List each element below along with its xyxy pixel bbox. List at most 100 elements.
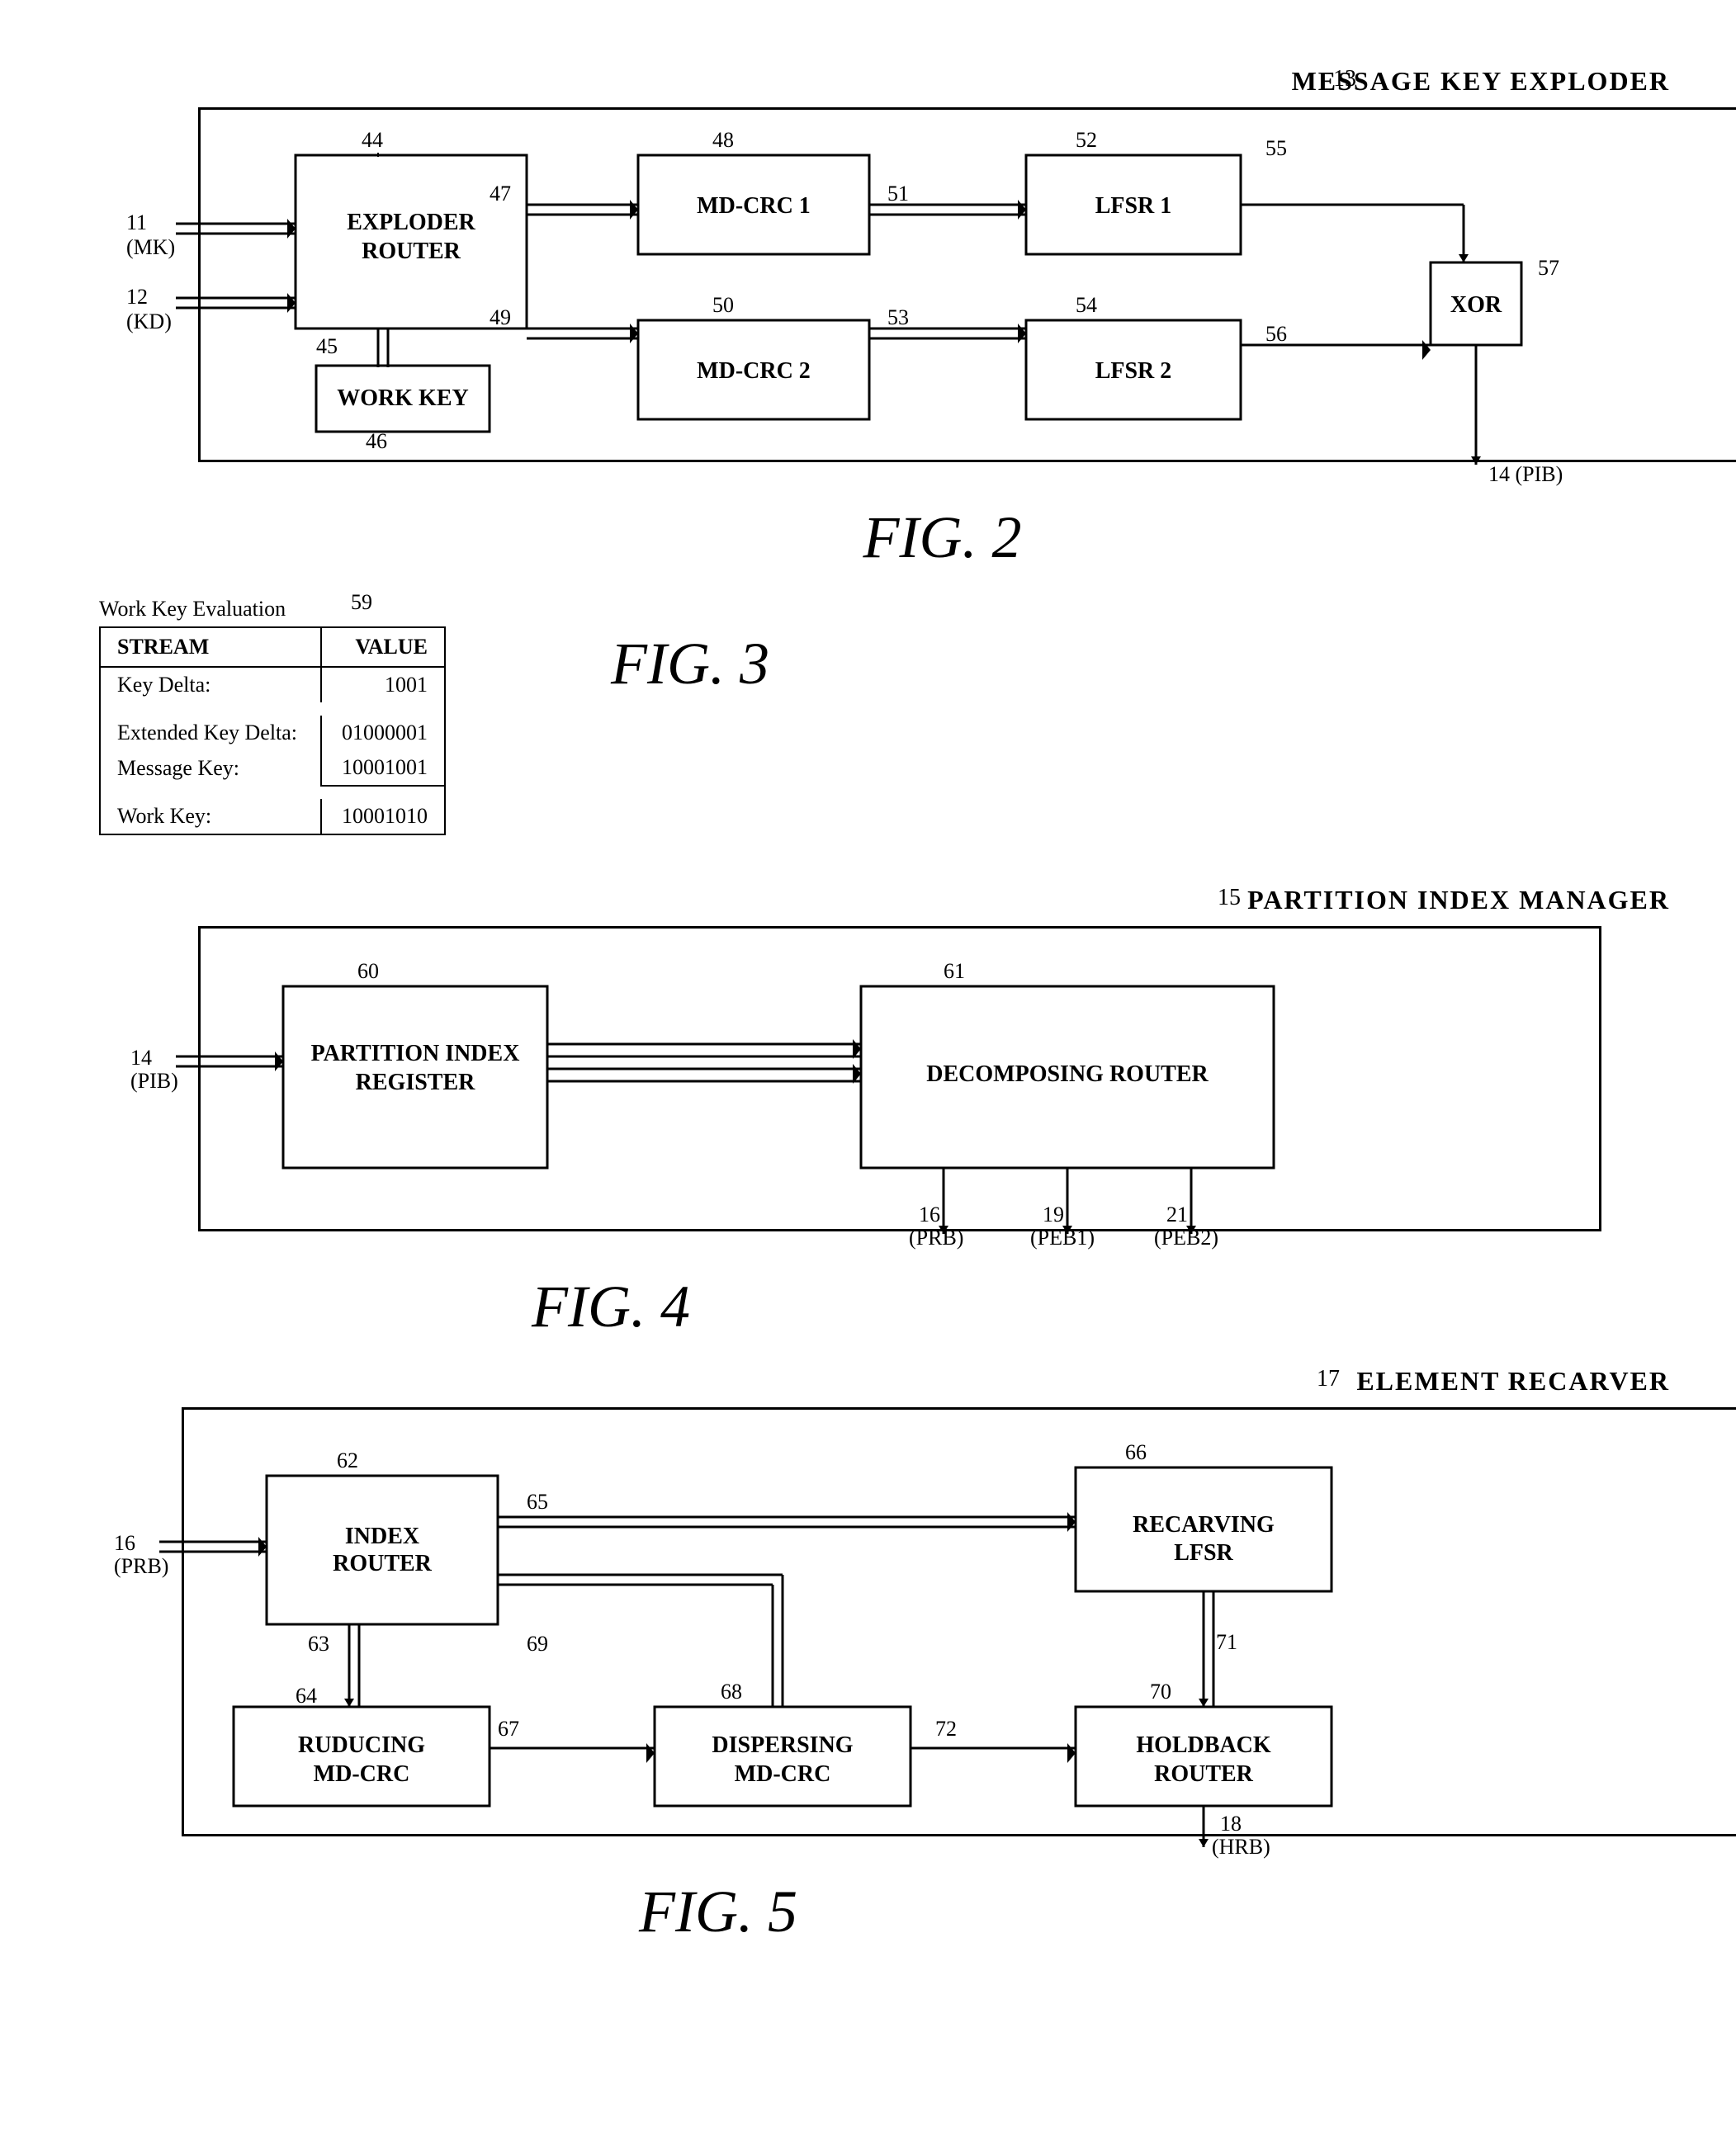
fig3-table-wrap: Work Key Evaluation STREAM VALUE Key Del… — [99, 597, 446, 835]
svg-text:12: 12 — [126, 285, 148, 309]
svg-text:70: 70 — [1150, 1680, 1171, 1704]
fig3-row-workkey: Work Key: 10001010 — [100, 799, 445, 834]
svg-text:(PIB): (PIB) — [130, 1069, 178, 1093]
svg-text:71: 71 — [1216, 1630, 1237, 1654]
svg-text:(PEB1): (PEB1) — [1030, 1226, 1095, 1250]
fig5-caption: FIG. 5 — [182, 1878, 1255, 1946]
svg-text:ROUTER: ROUTER — [1154, 1761, 1254, 1787]
svg-text:49: 49 — [490, 305, 511, 329]
fig3-cell-value1: 1001 — [321, 667, 445, 702]
fig3-cell-value2: 01000001 — [321, 716, 445, 750]
fig3-row-blank2 — [100, 786, 445, 799]
svg-text:66: 66 — [1125, 1440, 1147, 1464]
fig3-table: STREAM VALUE Key Delta: 1001 Extended Ke… — [99, 626, 446, 835]
svg-text:EXPLODER: EXPLODER — [347, 210, 475, 235]
svg-text:MD-CRC: MD-CRC — [735, 1761, 831, 1787]
fig3-cell-value4: 10001010 — [321, 799, 445, 834]
fig3-col-value: VALUE — [321, 627, 445, 667]
fig4-svg: 14 (PIB) PARTITION INDEX REGISTER 60 — [201, 929, 1604, 1234]
svg-text:50: 50 — [712, 293, 734, 317]
fig4-title-ref: 15 — [1218, 885, 1241, 911]
fig3-title: Work Key Evaluation — [99, 597, 446, 621]
svg-text:21: 21 — [1166, 1203, 1188, 1226]
svg-text:46: 46 — [366, 429, 387, 453]
fig3-col-stream: STREAM — [100, 627, 321, 667]
svg-text:72: 72 — [935, 1717, 957, 1741]
svg-text:LFSR 2: LFSR 2 — [1095, 358, 1172, 384]
svg-text:45: 45 — [316, 334, 338, 358]
svg-text:(HRB): (HRB) — [1212, 1835, 1270, 1859]
fig2-container: MESSAGE KEY EXPLODER 13 11 (MK) 12 (KD) — [116, 66, 1670, 572]
svg-text:(KD): (KD) — [126, 310, 172, 333]
svg-text:PARTITION INDEX: PARTITION INDEX — [311, 1041, 520, 1066]
fig2-outer-box: 11 (MK) 12 (KD) EXPLODER ROUTER — [198, 107, 1736, 462]
svg-text:61: 61 — [944, 959, 965, 983]
svg-text:65: 65 — [527, 1490, 548, 1514]
svg-text:RUDUCING: RUDUCING — [298, 1732, 425, 1758]
svg-text:HOLDBACK: HOLDBACK — [1136, 1732, 1271, 1758]
svg-text:MD-CRC 2: MD-CRC 2 — [697, 358, 811, 384]
svg-text:(PRB): (PRB) — [114, 1554, 168, 1578]
page: MESSAGE KEY EXPLODER 13 11 (MK) 12 (KD) — [0, 0, 1736, 2155]
svg-text:(PEB2): (PEB2) — [1154, 1226, 1218, 1250]
svg-text:RECARVING: RECARVING — [1133, 1512, 1275, 1538]
fig3-row-blank1 — [100, 702, 445, 716]
svg-text:52: 52 — [1076, 128, 1097, 152]
svg-text:ROUTER: ROUTER — [333, 1551, 433, 1576]
fig3-cell-stream1: Key Delta: — [100, 667, 321, 702]
fig4-container: PARTITION INDEX MANAGER 15 14 (PIB) PART… — [116, 885, 1670, 1341]
svg-text:REGISTER: REGISTER — [356, 1070, 475, 1095]
fig2-title-ref: 13 — [1333, 66, 1356, 92]
svg-text:MD-CRC: MD-CRC — [314, 1761, 410, 1787]
fig3-row-keydelta: Key Delta: 1001 — [100, 667, 445, 702]
fig5-title-ref: 17 — [1317, 1366, 1340, 1392]
svg-text:56: 56 — [1265, 322, 1287, 346]
svg-text:48: 48 — [712, 128, 734, 152]
svg-text:DECOMPOSING ROUTER: DECOMPOSING ROUTER — [926, 1061, 1209, 1087]
svg-text:11: 11 — [126, 210, 147, 234]
fig3-cell-stream4: Work Key: — [100, 799, 321, 834]
svg-text:14: 14 — [130, 1046, 152, 1070]
svg-text:67: 67 — [498, 1717, 519, 1741]
svg-text:16: 16 — [919, 1203, 940, 1226]
fig3-row-msgkey: Message Key: 10001001 — [100, 750, 445, 786]
fig3-cell-stream2: Extended Key Delta: — [100, 716, 321, 750]
svg-text:ROUTER: ROUTER — [362, 239, 461, 264]
fig2-svg: 11 (MK) 12 (KD) EXPLODER ROUTER — [201, 110, 1736, 465]
fig4-title: PARTITION INDEX MANAGER — [1247, 885, 1670, 915]
svg-text:LFSR: LFSR — [1174, 1540, 1233, 1566]
svg-text:LFSR 1: LFSR 1 — [1095, 193, 1172, 219]
fig4-caption: FIG. 4 — [198, 1273, 1024, 1341]
svg-text:18: 18 — [1220, 1812, 1242, 1836]
fig4-outer-box: 14 (PIB) PARTITION INDEX REGISTER 60 — [198, 926, 1601, 1231]
svg-text:19: 19 — [1043, 1203, 1064, 1226]
svg-text:WORK KEY: WORK KEY — [337, 385, 468, 411]
fig5-svg: 16 (PRB) INDEX ROUTER 62 65 REC — [184, 1410, 1736, 1839]
fig5-title: ELEMENT RECARVER — [1356, 1366, 1670, 1396]
svg-text:55: 55 — [1265, 136, 1287, 160]
svg-text:54: 54 — [1076, 293, 1097, 317]
svg-text:63: 63 — [308, 1632, 329, 1656]
fig3-container: Work Key Evaluation STREAM VALUE Key Del… — [99, 597, 1670, 835]
svg-text:XOR: XOR — [1450, 292, 1502, 318]
svg-text:44: 44 — [362, 128, 383, 152]
fig2-caption: FIG. 2 — [215, 503, 1670, 572]
svg-text:69: 69 — [527, 1632, 548, 1656]
svg-text:62: 62 — [337, 1448, 358, 1472]
fig3-caption: FIG. 3 — [611, 630, 769, 698]
svg-text:60: 60 — [357, 959, 379, 983]
svg-text:DISPERSING: DISPERSING — [712, 1732, 853, 1758]
svg-text:57: 57 — [1538, 256, 1559, 280]
fig3-ref: 59 — [351, 590, 372, 615]
svg-text:53: 53 — [887, 305, 909, 329]
fig5-container: ELEMENT RECARVER 17 16 (PRB) INDEX ROUTE… — [99, 1366, 1670, 1946]
svg-text:64: 64 — [296, 1684, 317, 1708]
fig3-row-extkeydelta: Extended Key Delta: 01000001 — [100, 716, 445, 750]
svg-text:(PRB): (PRB) — [909, 1226, 963, 1250]
svg-text:MD-CRC 1: MD-CRC 1 — [697, 193, 811, 219]
svg-text:51: 51 — [887, 182, 909, 206]
svg-text:(MK): (MK) — [126, 235, 175, 259]
fig5-outer-box: 16 (PRB) INDEX ROUTER 62 65 REC — [182, 1407, 1736, 1836]
fig3-cell-value3: 10001001 — [321, 750, 445, 786]
svg-text:INDEX: INDEX — [345, 1524, 419, 1549]
